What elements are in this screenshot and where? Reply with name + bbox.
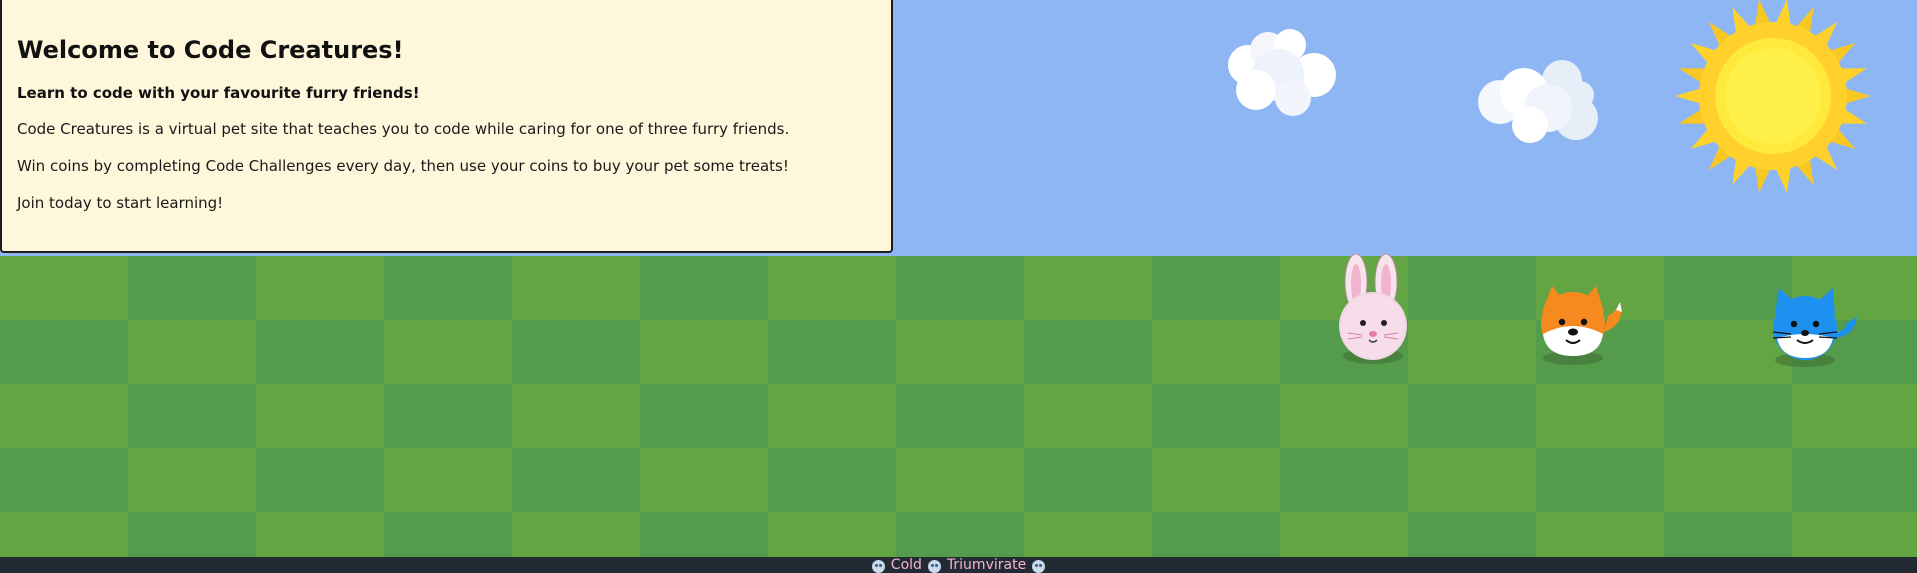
footer-link-triumvirate[interactable]: Triumvirate xyxy=(947,557,1026,573)
grass-tile xyxy=(1664,512,1792,557)
bunny-pet[interactable] xyxy=(1328,254,1418,368)
grass-tile xyxy=(256,448,384,512)
sun-icon xyxy=(1675,0,1871,194)
grass-tile xyxy=(896,256,1024,320)
grass-tile xyxy=(1408,512,1536,557)
join-paragraph: Join today to start learning! xyxy=(17,194,224,212)
skull-icon xyxy=(1032,559,1046,573)
grass-tile xyxy=(640,384,768,448)
grass-tile xyxy=(1664,384,1792,448)
grass-tile xyxy=(768,448,896,512)
coins-paragraph: Win coins by completing Code Challenges … xyxy=(17,157,789,175)
welcome-panel: Welcome to Code Creatures! Learn to code… xyxy=(0,0,893,253)
footer-bar: Cold Triumvirate xyxy=(0,557,1917,573)
grass-tile xyxy=(1536,448,1664,512)
grass-tile xyxy=(1408,256,1536,320)
grass-tile xyxy=(256,320,384,384)
grass-tile xyxy=(1152,384,1280,448)
grass-tile xyxy=(768,320,896,384)
grass-tile xyxy=(1280,448,1408,512)
cloud-left xyxy=(1228,29,1336,116)
playground-scene: Welcome to Code Creatures! Learn to code… xyxy=(0,0,1917,557)
grass-tile xyxy=(512,320,640,384)
page-subtitle: Learn to code with your favourite furry … xyxy=(17,84,420,102)
grass-tile xyxy=(1408,384,1536,448)
skull-icon xyxy=(927,559,941,573)
grass-tile xyxy=(128,256,256,320)
grass-tile xyxy=(0,320,128,384)
cloud-right xyxy=(1478,60,1598,143)
grass-tile xyxy=(1024,320,1152,384)
grass-tile xyxy=(128,512,256,557)
footer-link-cold[interactable]: Cold xyxy=(891,557,922,573)
grass-tile xyxy=(640,256,768,320)
cat-pet[interactable] xyxy=(1763,286,1863,368)
grass-tile xyxy=(1792,448,1917,512)
grass-tile xyxy=(640,512,768,557)
grass-tile xyxy=(1024,448,1152,512)
grass-tile xyxy=(1152,256,1280,320)
grass-tile xyxy=(1152,512,1280,557)
fox-pet[interactable] xyxy=(1530,282,1630,368)
intro-paragraph: Code Creatures is a virtual pet site tha… xyxy=(17,120,790,138)
grass-tile xyxy=(384,384,512,448)
page-title: Welcome to Code Creatures! xyxy=(17,36,404,64)
skull-icon xyxy=(871,559,885,573)
grass-tile xyxy=(384,256,512,320)
grass-tile xyxy=(128,384,256,448)
grass-tile xyxy=(0,448,128,512)
grass-tile xyxy=(384,512,512,557)
grass-tile xyxy=(896,512,1024,557)
grass-tile xyxy=(512,448,640,512)
grass-tile xyxy=(896,384,1024,448)
